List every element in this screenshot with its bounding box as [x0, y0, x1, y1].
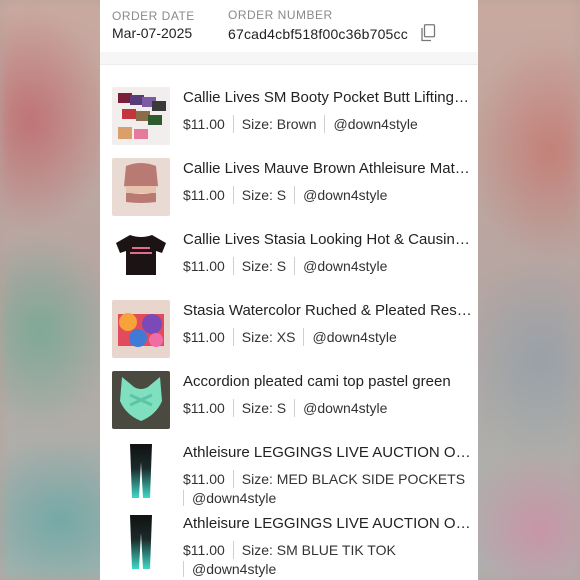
item-seller[interactable]: @down4style	[303, 258, 387, 274]
item-size: Size: Brown	[241, 116, 317, 132]
divider	[294, 186, 296, 204]
item-meta: $11.00 Size: SM BLUE TIK TOK	[183, 540, 473, 560]
item-size: Size: S	[241, 258, 287, 274]
divider	[232, 328, 234, 346]
divider	[232, 470, 234, 488]
item-thumbnail	[112, 513, 170, 571]
item-title[interactable]: Callie Lives Stasia Looking Hot & Causin…	[183, 231, 473, 248]
divider	[232, 541, 234, 559]
item-price: $11.00	[183, 258, 225, 274]
item-seller[interactable]: @down4style	[312, 329, 396, 345]
item-price: $11.00	[183, 116, 225, 132]
item-price: $11.00	[183, 400, 225, 416]
order-number-value: 67cad4cbf518f00c36b705cc	[228, 26, 408, 42]
divider	[294, 399, 296, 417]
item-title[interactable]: Athleisure LEGGINGS LIVE AUCTION ONLY	[183, 444, 473, 461]
list-item[interactable]: Stasia Watercolor Ruched & Pleated Resor…	[100, 278, 478, 358]
item-price: $11.00	[183, 329, 225, 345]
item-seller[interactable]: @down4style	[192, 561, 276, 577]
item-meta: $11.00 Size: S @down4style	[183, 256, 473, 276]
divider	[232, 399, 234, 417]
order-header: ORDER DATE Mar-07-2025 ORDER NUMBER 67ca…	[100, 0, 478, 53]
list-item[interactable]: Callie Lives Mauve Brown Athleisure Matc…	[100, 136, 478, 216]
divider	[303, 328, 305, 346]
item-size: Size: S	[241, 400, 287, 416]
item-size: Size: XS	[241, 329, 296, 345]
item-meta: $11.00 Size: Brown @down4style	[183, 114, 473, 134]
list-item[interactable]: Accordion pleated cami top pastel green …	[100, 349, 478, 429]
item-meta: $11.00 Size: S @down4style	[183, 398, 473, 418]
item-title[interactable]: Callie Lives SM Booty Pocket Butt Liftin…	[183, 89, 473, 106]
item-title[interactable]: Athleisure LEGGINGS LIVE AUCTION ONLY	[183, 515, 473, 532]
item-seller[interactable]: @down4style	[303, 400, 387, 416]
item-meta: $11.00 Size: XS @down4style	[183, 327, 473, 347]
item-price: $11.00	[183, 542, 225, 558]
copy-icon[interactable]	[420, 24, 436, 42]
order-date-label: ORDER DATE	[112, 9, 195, 23]
order-number-label: ORDER NUMBER	[228, 8, 333, 22]
item-size: Size: MED BLACK SIDE POCKETS	[241, 471, 466, 487]
item-price: $11.00	[183, 471, 225, 487]
item-meta: $11.00 Size: S @down4style	[183, 185, 473, 205]
item-title[interactable]: Accordion pleated cami top pastel green	[183, 373, 473, 390]
item-size: Size: S	[241, 187, 287, 203]
order-panel: ORDER DATE Mar-07-2025 ORDER NUMBER 67ca…	[100, 0, 478, 580]
divider	[232, 257, 234, 275]
item-seller-line: @down4style	[183, 560, 473, 578]
list-item[interactable]: Athleisure LEGGINGS LIVE AUCTION ONLY $1…	[100, 420, 478, 506]
item-meta: $11.00 Size: MED BLACK SIDE POCKETS	[183, 469, 473, 489]
item-seller[interactable]: @down4style	[303, 187, 387, 203]
list-item[interactable]: Callie Lives SM Booty Pocket Butt Liftin…	[100, 65, 478, 145]
divider	[232, 186, 234, 204]
divider	[324, 115, 326, 133]
list-item[interactable]: Callie Lives Stasia Looking Hot & Causin…	[100, 207, 478, 287]
divider	[232, 115, 234, 133]
divider	[294, 257, 296, 275]
item-price: $11.00	[183, 187, 225, 203]
list-item[interactable]: Athleisure LEGGINGS LIVE AUCTION ONLY $1…	[100, 491, 478, 577]
order-date-value: Mar-07-2025	[112, 25, 193, 41]
divider	[183, 561, 184, 577]
item-seller[interactable]: @down4style	[333, 116, 417, 132]
section-divider	[100, 52, 478, 65]
item-title[interactable]: Callie Lives Mauve Brown Athleisure Matc…	[183, 160, 473, 177]
item-title[interactable]: Stasia Watercolor Ruched & Pleated Resor…	[183, 302, 473, 319]
item-size: Size: SM BLUE TIK TOK	[241, 542, 396, 558]
